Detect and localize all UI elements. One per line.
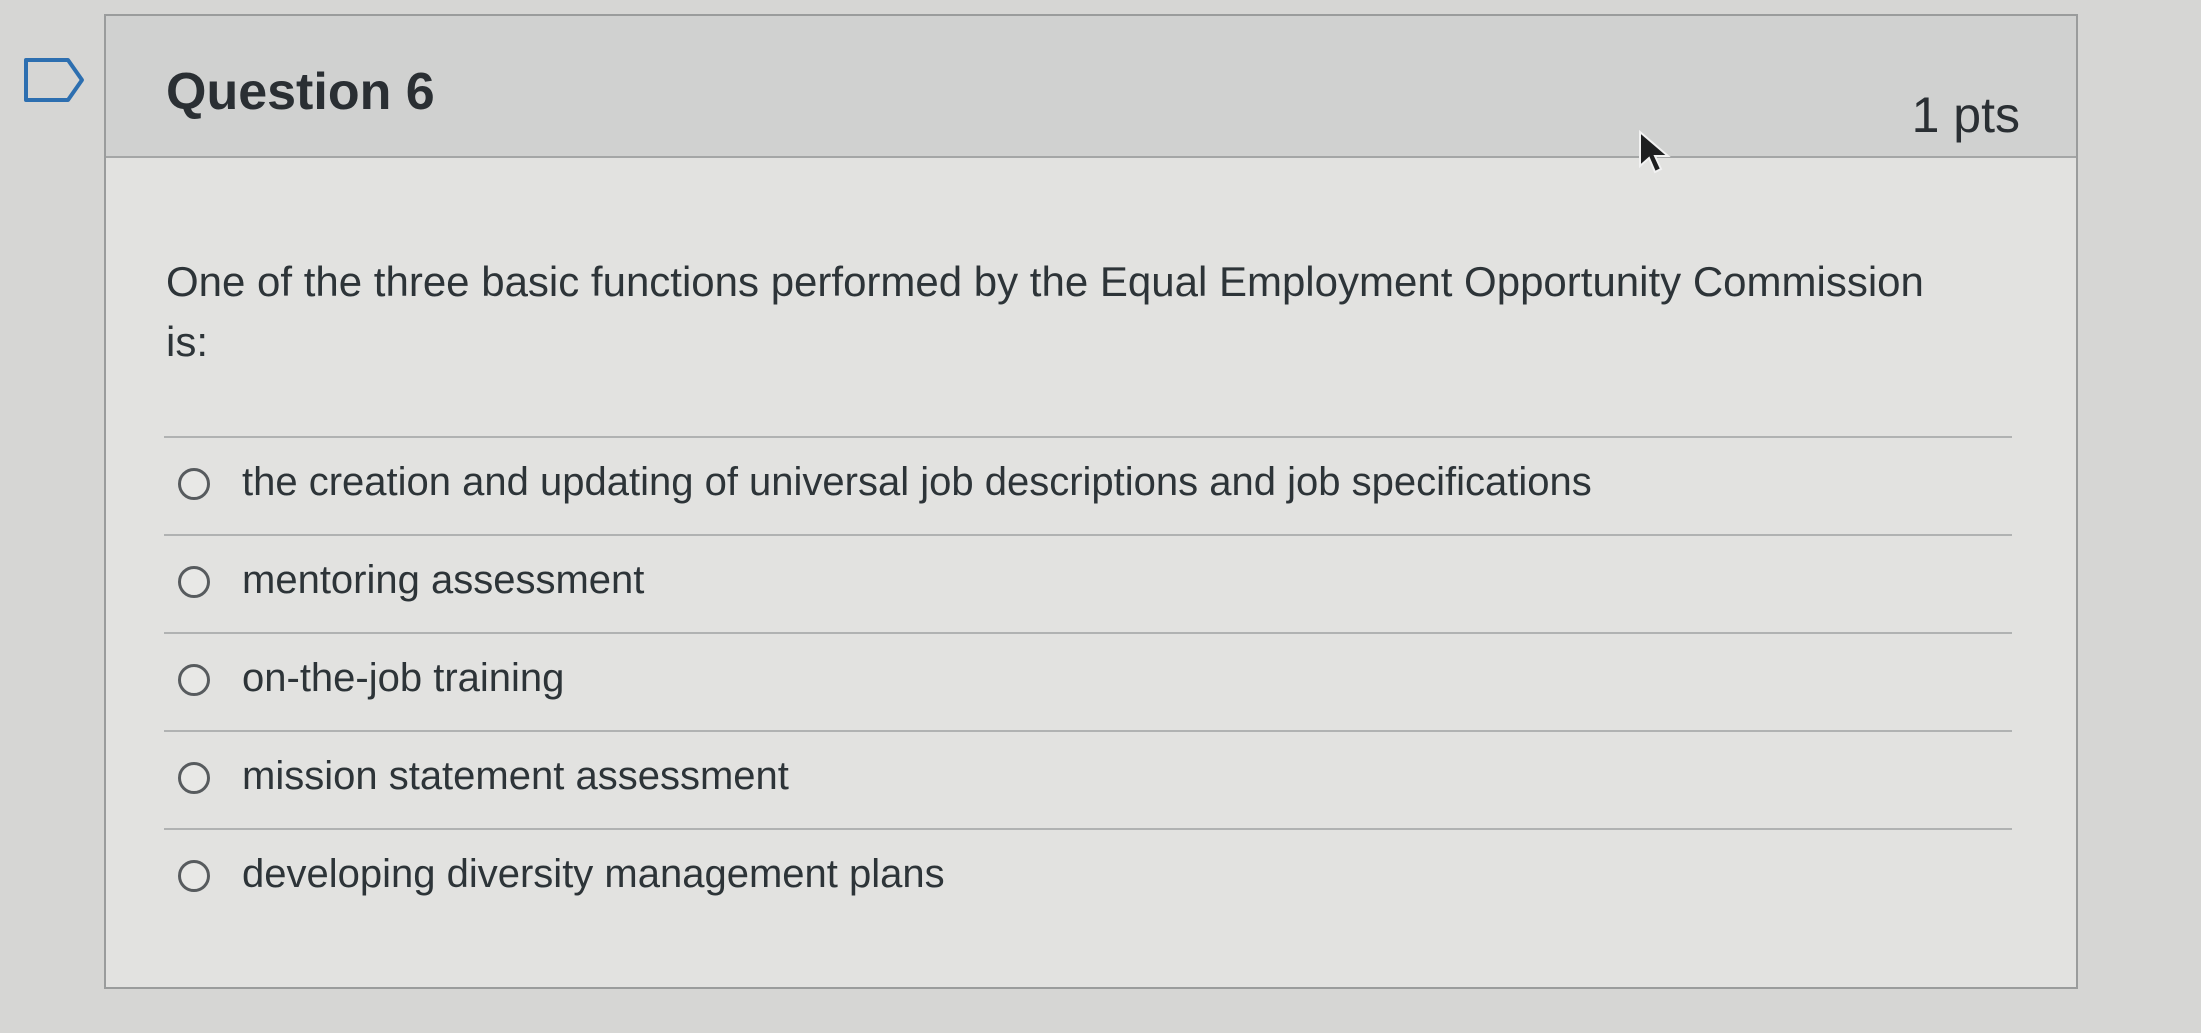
answer-label[interactable]: on-the-job training [242,656,564,701]
question-title: Question 6 [166,63,435,121]
answer-option[interactable]: mission statement assessment [164,730,2012,828]
question-text: One of the three basic functions perform… [166,258,1924,365]
answer-option[interactable]: on-the-job training [164,632,2012,730]
radio-button[interactable] [178,860,210,892]
answer-list: the creation and updating of universal j… [164,436,2012,926]
question-points: 1 pts [1911,87,2020,143]
radio-button[interactable] [178,468,210,500]
answer-label[interactable]: mission statement assessment [242,754,789,799]
answer-label[interactable]: mentoring assessment [242,558,644,603]
radio-button[interactable] [178,566,210,598]
flag-question-icon[interactable] [22,56,88,104]
radio-button[interactable] [178,664,210,696]
answer-option[interactable]: mentoring assessment [164,534,2012,632]
radio-button[interactable] [178,762,210,794]
question-header: Question 6 1 pts [106,16,2076,158]
question-card: Question 6 1 pts One of the three basic … [104,14,2078,989]
answer-label[interactable]: the creation and updating of universal j… [242,460,1592,505]
answer-option[interactable]: the creation and updating of universal j… [164,436,2012,534]
answer-option[interactable]: developing diversity management plans [164,828,2012,926]
answer-label[interactable]: developing diversity management plans [242,852,945,897]
mouse-pointer-icon [1639,130,1671,174]
